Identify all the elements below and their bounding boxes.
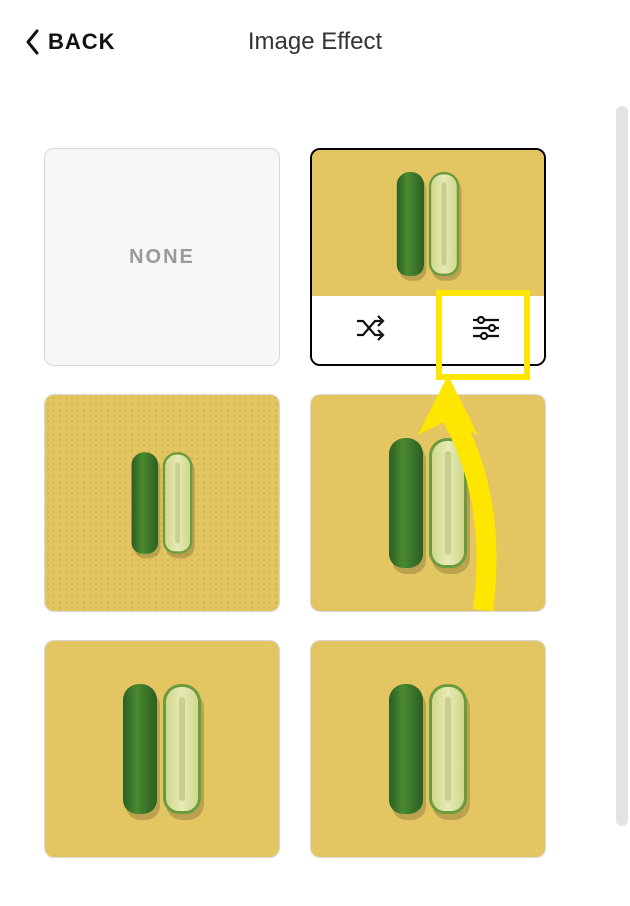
effect-preview [45,395,279,611]
effect-tile-selected[interactable] [310,148,546,366]
back-button[interactable]: BACK [24,28,116,56]
page-title: Image Effect [248,28,382,56]
scrollbar[interactable] [616,106,628,826]
effect-tile[interactable] [310,394,546,612]
back-label: BACK [48,29,116,55]
effect-preview [45,641,279,857]
shuffle-button[interactable] [312,296,428,364]
effect-tile[interactable] [310,640,546,858]
effects-grid: NONE [0,100,614,888]
effect-tile-none[interactable]: NONE [44,148,280,366]
effect-preview [311,395,545,611]
effect-tile-actions [312,296,544,364]
chevron-left-icon [24,28,42,56]
none-label: NONE [129,246,195,269]
adjust-button[interactable] [428,296,544,364]
effect-preview [312,150,544,298]
shuffle-icon [352,310,388,351]
sliders-icon [468,310,504,351]
effects-scroll-area[interactable]: NONE [0,100,614,906]
effect-tile[interactable] [44,394,280,612]
effect-preview [311,641,545,857]
effect-tile[interactable] [44,640,280,858]
